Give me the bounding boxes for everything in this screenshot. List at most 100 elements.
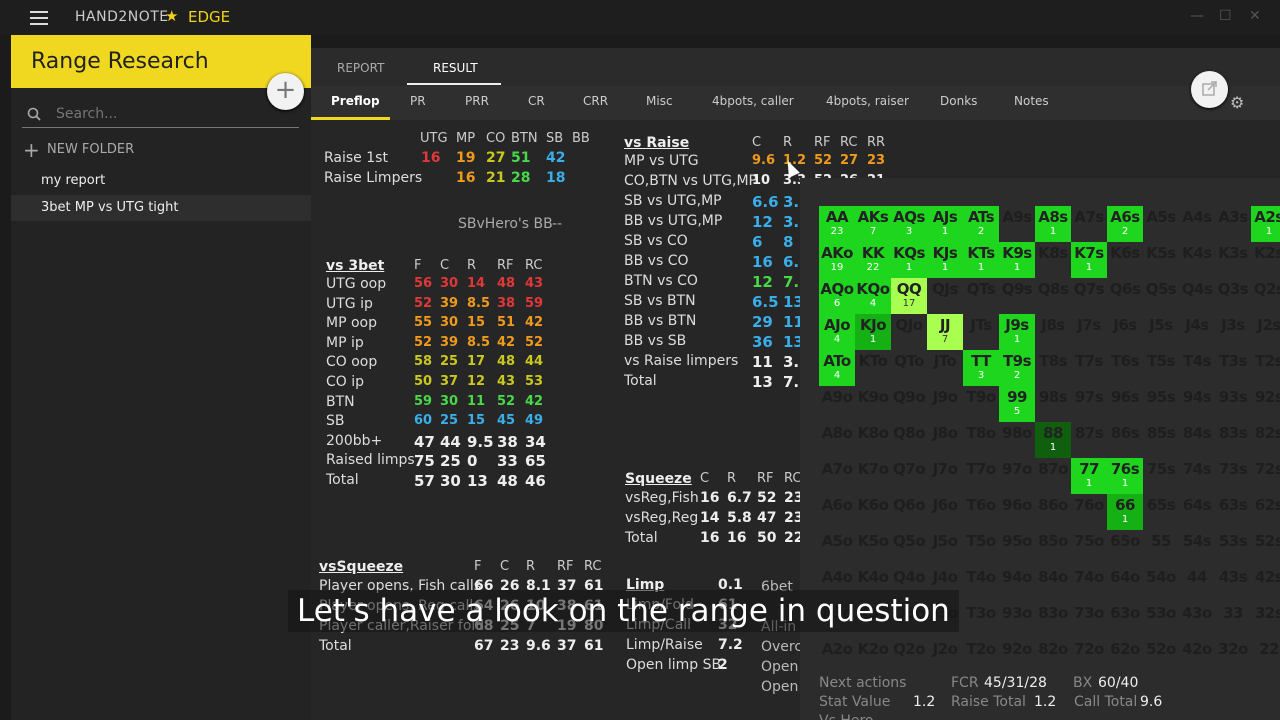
range-cell[interactable]: 65o bbox=[1107, 530, 1143, 566]
tab-pr[interactable]: PR bbox=[410, 94, 426, 108]
range-cell[interactable]: K5s bbox=[1143, 242, 1179, 278]
range-cell[interactable]: 62o bbox=[1107, 638, 1143, 674]
export-button[interactable] bbox=[1191, 71, 1228, 108]
range-cell[interactable]: Q5s bbox=[1143, 278, 1179, 314]
range-cell[interactable]: K7s 1 bbox=[1071, 242, 1107, 278]
range-cell[interactable]: T5s bbox=[1143, 350, 1179, 386]
range-cell[interactable]: Q4s bbox=[1179, 278, 1215, 314]
range-cell[interactable]: 96s bbox=[1107, 386, 1143, 422]
range-cell[interactable]: T2s bbox=[1251, 350, 1280, 386]
range-cell[interactable]: ATo 4 bbox=[819, 350, 855, 386]
range-cell[interactable]: A7s bbox=[1071, 206, 1107, 242]
range-cell[interactable]: K3s bbox=[1215, 242, 1251, 278]
range-cell[interactable]: T2o bbox=[963, 638, 999, 674]
tab-misc[interactable]: Misc bbox=[646, 94, 673, 108]
range-cell[interactable]: 84o bbox=[1035, 566, 1071, 602]
range-cell[interactable]: T6o bbox=[963, 494, 999, 530]
minimize-icon[interactable]: — bbox=[1190, 8, 1204, 24]
range-cell[interactable]: 93s bbox=[1215, 386, 1251, 422]
range-cell[interactable]: T8o bbox=[963, 422, 999, 458]
range-cell[interactable]: A6s 2 bbox=[1107, 206, 1143, 242]
range-cell[interactable]: Q6o bbox=[891, 494, 927, 530]
gear-icon[interactable]: ⚙ bbox=[1230, 93, 1244, 112]
range-cell[interactable]: Q7s bbox=[1071, 278, 1107, 314]
range-cell[interactable]: T3o bbox=[963, 602, 999, 638]
range-cell[interactable]: 88 1 bbox=[1035, 422, 1071, 458]
range-cell[interactable]: 53s bbox=[1215, 530, 1251, 566]
range-cell[interactable]: J5s bbox=[1143, 314, 1179, 350]
range-cell[interactable]: AJo 4 bbox=[819, 314, 855, 350]
range-cell[interactable]: K8s bbox=[1035, 242, 1071, 278]
range-cell[interactable]: AQs 3 bbox=[891, 206, 927, 242]
range-cell[interactable]: Q3s bbox=[1215, 278, 1251, 314]
range-cell[interactable]: 53o bbox=[1143, 602, 1179, 638]
range-cell[interactable]: 66 1 bbox=[1107, 494, 1143, 530]
search-input[interactable] bbox=[56, 106, 296, 122]
range-cell[interactable]: 54o bbox=[1143, 566, 1179, 602]
range-cell[interactable]: 43s bbox=[1215, 566, 1251, 602]
range-cell[interactable]: 52o bbox=[1143, 638, 1179, 674]
range-cell[interactable]: K9s 1 bbox=[999, 242, 1035, 278]
range-cell[interactable]: 98o bbox=[999, 422, 1035, 458]
range-cell[interactable]: A6o bbox=[819, 494, 855, 530]
range-cell[interactable]: AKs 7 bbox=[855, 206, 891, 242]
range-cell[interactable]: J7o bbox=[927, 458, 963, 494]
maximize-icon[interactable]: ☐ bbox=[1219, 8, 1232, 24]
range-cell[interactable]: Q9s bbox=[999, 278, 1035, 314]
range-cell[interactable]: J2s bbox=[1251, 314, 1280, 350]
range-cell[interactable]: 82o bbox=[1035, 638, 1071, 674]
range-cell[interactable]: 92s bbox=[1251, 386, 1280, 422]
close-icon[interactable]: ✕ bbox=[1249, 8, 1261, 24]
range-cell[interactable]: 85s bbox=[1143, 422, 1179, 458]
tab-donks[interactable]: Donks bbox=[940, 94, 977, 108]
range-cell[interactable]: Q2s bbox=[1251, 278, 1280, 314]
range-cell[interactable]: 86o bbox=[1035, 494, 1071, 530]
range-cell[interactable]: 42s bbox=[1251, 566, 1280, 602]
range-cell[interactable]: KJs 1 bbox=[927, 242, 963, 278]
range-cell[interactable]: 95o bbox=[999, 530, 1035, 566]
range-cell[interactable]: QTs bbox=[963, 278, 999, 314]
range-cell[interactable]: 97s bbox=[1071, 386, 1107, 422]
range-cell[interactable]: Q8o bbox=[891, 422, 927, 458]
range-cell[interactable]: T5o bbox=[963, 530, 999, 566]
range-cell[interactable]: KJo 1 bbox=[855, 314, 891, 350]
new-folder-button[interactable]: NEW FOLDER bbox=[47, 142, 134, 157]
range-cell[interactable]: Q2o bbox=[891, 638, 927, 674]
range-cell[interactable]: T7s bbox=[1071, 350, 1107, 386]
range-cell[interactable]: KTs 1 bbox=[963, 242, 999, 278]
range-cell[interactable]: 84s bbox=[1179, 422, 1215, 458]
range-cell[interactable]: 43o bbox=[1179, 602, 1215, 638]
range-cell[interactable]: A7o bbox=[819, 458, 855, 494]
range-cell[interactable]: AQo 6 bbox=[819, 278, 855, 314]
range-cell[interactable]: T4o bbox=[963, 566, 999, 602]
range-cell[interactable]: J9s 1 bbox=[999, 314, 1035, 350]
range-cell[interactable]: 72s bbox=[1251, 458, 1280, 494]
range-cell[interactable]: T9o bbox=[963, 386, 999, 422]
range-cell[interactable]: QTo bbox=[891, 350, 927, 386]
tab-report[interactable]: REPORT bbox=[337, 61, 384, 75]
range-cell[interactable]: 83o bbox=[1035, 602, 1071, 638]
range-cell[interactable]: K9o bbox=[855, 386, 891, 422]
range-cell[interactable]: 72o bbox=[1071, 638, 1107, 674]
range-cell[interactable]: T6s bbox=[1107, 350, 1143, 386]
range-cell[interactable]: 77 1 bbox=[1071, 458, 1107, 494]
range-cell[interactable]: 74s bbox=[1179, 458, 1215, 494]
range-cell[interactable]: Q9o bbox=[891, 386, 927, 422]
range-cell[interactable]: 95s bbox=[1143, 386, 1179, 422]
range-cell[interactable]: 98s bbox=[1035, 386, 1071, 422]
range-cell[interactable]: J6o bbox=[927, 494, 963, 530]
range-cell[interactable]: T9s 2 bbox=[999, 350, 1035, 386]
range-cell[interactable]: 94s bbox=[1179, 386, 1215, 422]
range-cell[interactable]: QJs bbox=[927, 278, 963, 314]
range-cell[interactable]: J7s bbox=[1071, 314, 1107, 350]
range-cell[interactable]: AJs 1 bbox=[927, 206, 963, 242]
range-cell[interactable]: QQ 17 bbox=[891, 278, 927, 314]
range-cell[interactable]: A8s 1 bbox=[1035, 206, 1071, 242]
range-cell[interactable]: 65s bbox=[1143, 494, 1179, 530]
range-cell[interactable]: K4s bbox=[1179, 242, 1215, 278]
tab-notes[interactable]: Notes bbox=[1014, 94, 1049, 108]
range-cell[interactable]: KTo bbox=[855, 350, 891, 386]
range-cell[interactable]: 83s bbox=[1215, 422, 1251, 458]
add-button[interactable]: + bbox=[267, 73, 304, 110]
range-cell[interactable]: 42o bbox=[1179, 638, 1215, 674]
